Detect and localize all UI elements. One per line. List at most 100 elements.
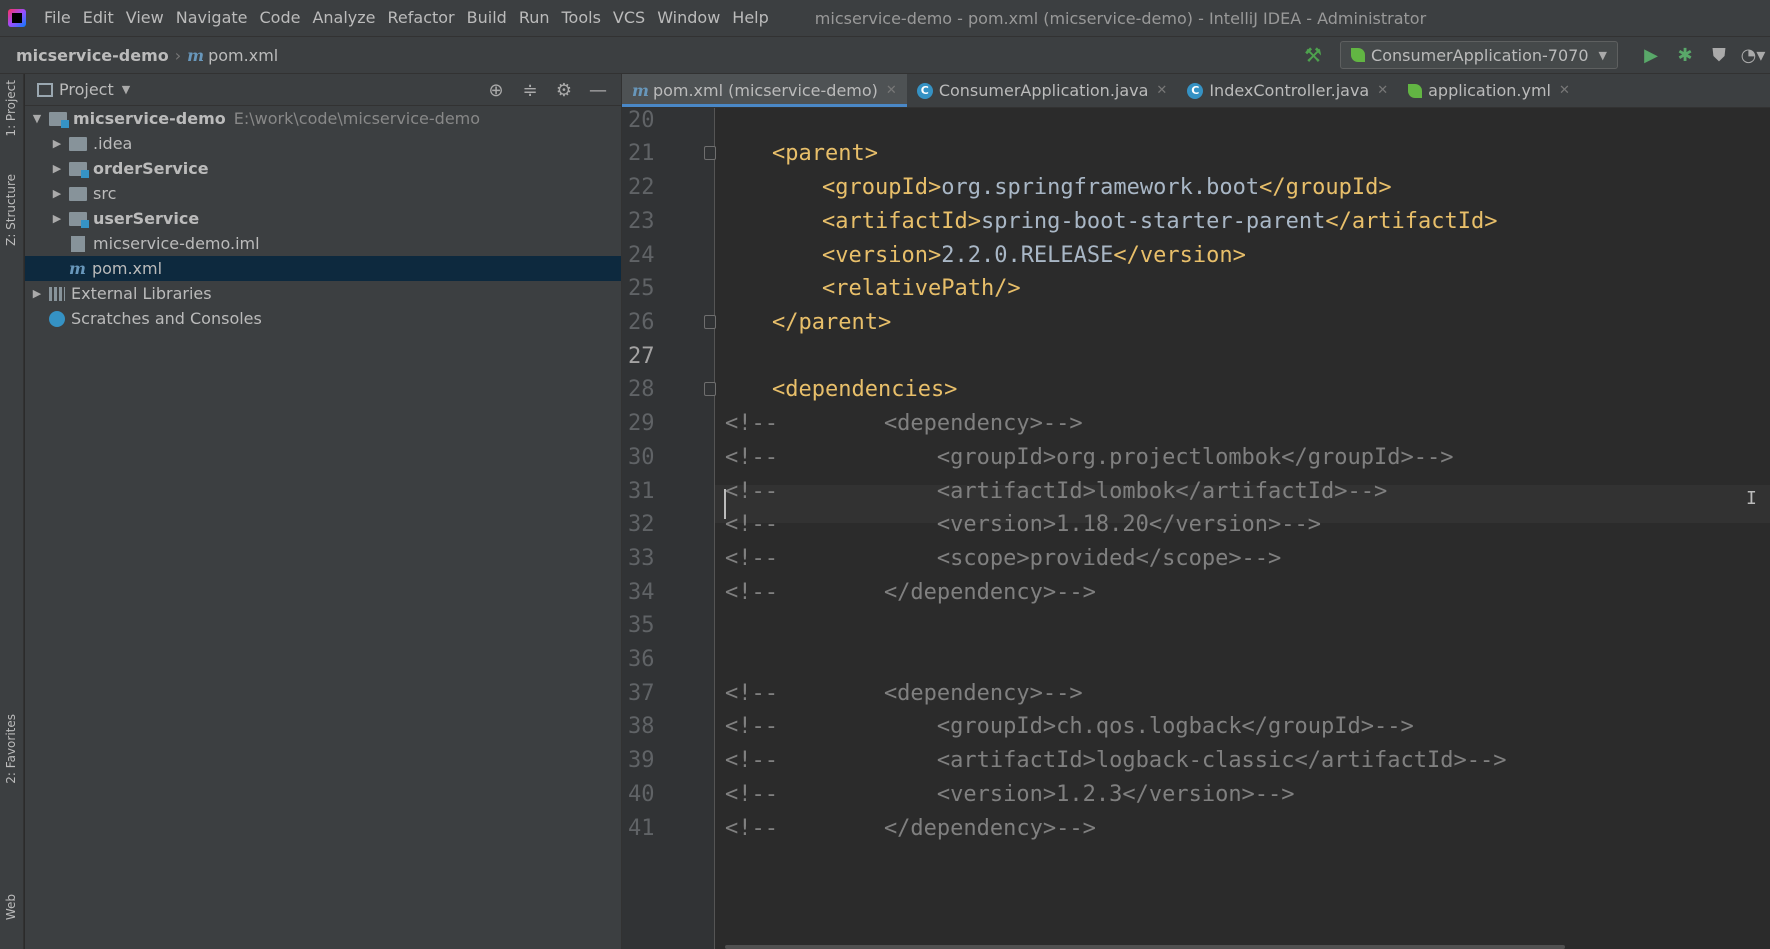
run-configuration-select[interactable]: ConsumerApplication-7070 ▼ bbox=[1340, 41, 1618, 69]
close-icon[interactable]: ✕ bbox=[1559, 83, 1570, 98]
menu-edit[interactable]: Edit bbox=[77, 0, 120, 36]
tree-item-micservice-demo[interactable]: ▼ micservice-demo E:\work\code\micservic… bbox=[25, 106, 621, 131]
build-hammer-icon[interactable]: ⚒ bbox=[1304, 43, 1322, 67]
xml-text: org.springframework.boot bbox=[941, 175, 1260, 200]
favorites-tool-button[interactable]: 2: Favorites bbox=[4, 714, 18, 784]
menu-vcs[interactable]: VCS bbox=[607, 0, 651, 36]
project-panel-tools: ⊕ ≑ ⚙ — bbox=[479, 74, 615, 106]
collapsed-arrow-icon[interactable]: ▶ bbox=[49, 212, 65, 225]
module-folder-icon bbox=[69, 161, 89, 178]
collapsed-arrow-icon[interactable]: ▶ bbox=[49, 187, 65, 200]
menu-run[interactable]: Run bbox=[513, 0, 556, 36]
code-line-21: <parent> bbox=[772, 141, 878, 166]
gear-icon[interactable]: ⚙ bbox=[547, 80, 581, 101]
close-icon[interactable]: ✕ bbox=[1156, 83, 1167, 98]
menu-build[interactable]: Build bbox=[461, 0, 513, 36]
menu-navigate[interactable]: Navigate bbox=[170, 0, 254, 36]
debug-icon[interactable]: ✱ bbox=[1668, 45, 1702, 66]
web-tool-button[interactable]: Web bbox=[4, 894, 18, 920]
hide-panel-icon[interactable]: — bbox=[581, 80, 615, 101]
project-panel-header: Project ▼ ⊕ ≑ ⚙ — bbox=[25, 74, 621, 106]
menu-file[interactable]: File bbox=[38, 0, 77, 36]
fold-marker-icon[interactable] bbox=[704, 315, 716, 329]
menu-help[interactable]: Help bbox=[726, 0, 774, 36]
run-icon[interactable]: ▶ bbox=[1634, 45, 1668, 66]
iml-file-icon bbox=[71, 235, 85, 252]
tree-item-scratches[interactable]: Scratches and Consoles bbox=[25, 306, 621, 331]
tree-item-label: src bbox=[93, 184, 117, 203]
tab-label: IndexController.java bbox=[1209, 81, 1370, 100]
code-line-28: <dependencies> bbox=[772, 377, 958, 402]
folder-icon bbox=[69, 136, 87, 151]
menu-view[interactable]: View bbox=[120, 0, 170, 36]
line-number: 35 bbox=[628, 613, 655, 638]
structure-tool-button[interactable]: Z: Structure bbox=[4, 174, 18, 246]
spring-boot-icon bbox=[1351, 48, 1366, 62]
xml-tag: </version> bbox=[1113, 243, 1246, 268]
code-line-24: <version>2.2.0.RELEASE</version> bbox=[822, 243, 1246, 268]
locate-file-icon[interactable]: ⊕ bbox=[479, 80, 513, 101]
collapsed-arrow-icon[interactable]: ▶ bbox=[49, 162, 65, 175]
code-line-41: <!-- </dependency>--> bbox=[725, 816, 1096, 841]
fold-marker-icon[interactable] bbox=[704, 382, 716, 396]
line-number: 20 bbox=[628, 108, 655, 133]
project-tool-button[interactable]: 1: Project bbox=[4, 80, 18, 137]
maven-file-icon: m bbox=[632, 81, 649, 100]
tree-item-userservice[interactable]: ▶ userService bbox=[25, 206, 621, 231]
line-number: 22 bbox=[628, 175, 655, 200]
close-icon[interactable]: ✕ bbox=[1377, 83, 1388, 98]
menu-bar: File Edit View Navigate Code Analyze Ref… bbox=[0, 0, 1770, 36]
code-line-40: <!-- <version>1.2.3</version>--> bbox=[725, 782, 1295, 807]
menu-tools[interactable]: Tools bbox=[556, 0, 607, 36]
menu-refactor[interactable]: Refactor bbox=[382, 0, 461, 36]
line-number: 23 bbox=[628, 209, 655, 234]
project-view-selector[interactable]: Project bbox=[59, 80, 114, 99]
project-panel: Project ▼ ⊕ ≑ ⚙ — ▼ micservice-demo E:\w… bbox=[25, 74, 622, 949]
tree-item-orderservice[interactable]: ▶ orderService bbox=[25, 156, 621, 181]
code-line-37: <!-- <dependency>--> bbox=[725, 681, 1083, 706]
coverage-icon[interactable]: ⛊ bbox=[1702, 45, 1736, 66]
collapsed-arrow-icon[interactable]: ▶ bbox=[49, 137, 65, 150]
xml-text: spring-boot-starter-parent bbox=[980, 209, 1326, 234]
code-line-34: <!-- </dependency>--> bbox=[725, 580, 1096, 605]
tree-item-label: micservice-demo bbox=[73, 109, 226, 128]
tab-pom-xml[interactable]: m pom.xml (micservice-demo) ✕ bbox=[622, 74, 907, 107]
module-folder-icon bbox=[49, 111, 69, 128]
close-icon[interactable]: ✕ bbox=[886, 83, 897, 98]
line-number: 33 bbox=[628, 546, 655, 571]
menu-analyze[interactable]: Analyze bbox=[306, 0, 381, 36]
code-editor[interactable]: 20 21 22 23 24 25 26 27 28 29 30 31 32 3… bbox=[622, 108, 1770, 949]
breadcrumb-project[interactable]: micservice-demo bbox=[16, 46, 169, 65]
tree-item-src[interactable]: ▶ src bbox=[25, 181, 621, 206]
line-number: 37 bbox=[628, 681, 655, 706]
line-number: 36 bbox=[628, 647, 655, 672]
code-line-39: <!-- <artifactId>logback-classic</artifa… bbox=[725, 748, 1507, 773]
collapse-all-icon[interactable]: ≑ bbox=[513, 80, 547, 101]
line-number: 24 bbox=[628, 243, 655, 268]
code-line-30: <!-- <groupId>org.projectlombok</groupId… bbox=[725, 445, 1454, 470]
tree-item-label: orderService bbox=[93, 159, 209, 178]
toolbar-right: ⚒ ConsumerApplication-7070 ▼ ▶ ✱ ⛊ ◔▾ bbox=[1304, 37, 1770, 73]
yaml-file-icon bbox=[1408, 83, 1423, 98]
tab-index-controller[interactable]: C IndexController.java ✕ bbox=[1177, 74, 1398, 107]
tab-consumer-application[interactable]: C ConsumerApplication.java ✕ bbox=[907, 74, 1178, 107]
tree-item-pom[interactable]: m pom.xml bbox=[25, 256, 621, 281]
menu-code[interactable]: Code bbox=[254, 0, 307, 36]
profile-icon[interactable]: ◔▾ bbox=[1736, 45, 1770, 66]
fold-marker-icon[interactable] bbox=[704, 146, 716, 160]
line-number: 31 bbox=[628, 479, 655, 504]
expanded-arrow-icon[interactable]: ▼ bbox=[29, 112, 45, 125]
tab-application-yml[interactable]: application.yml ✕ bbox=[1398, 74, 1580, 107]
breadcrumb-file[interactable]: pom.xml bbox=[208, 46, 278, 65]
tree-item-iml[interactable]: micservice-demo.iml bbox=[25, 231, 621, 256]
horizontal-scrollbar[interactable] bbox=[725, 945, 1565, 949]
scratches-icon bbox=[49, 310, 65, 327]
collapsed-arrow-icon[interactable]: ▶ bbox=[29, 287, 45, 300]
menu-window[interactable]: Window bbox=[651, 0, 726, 36]
chevron-down-icon[interactable]: ▼ bbox=[122, 83, 130, 96]
line-number-current: 27 bbox=[628, 344, 655, 369]
tree-item-idea[interactable]: ▶ .idea bbox=[25, 131, 621, 156]
tree-item-label: userService bbox=[93, 209, 200, 228]
tree-item-label: .idea bbox=[93, 134, 133, 153]
tree-item-external-libraries[interactable]: ▶ External Libraries bbox=[25, 281, 621, 306]
